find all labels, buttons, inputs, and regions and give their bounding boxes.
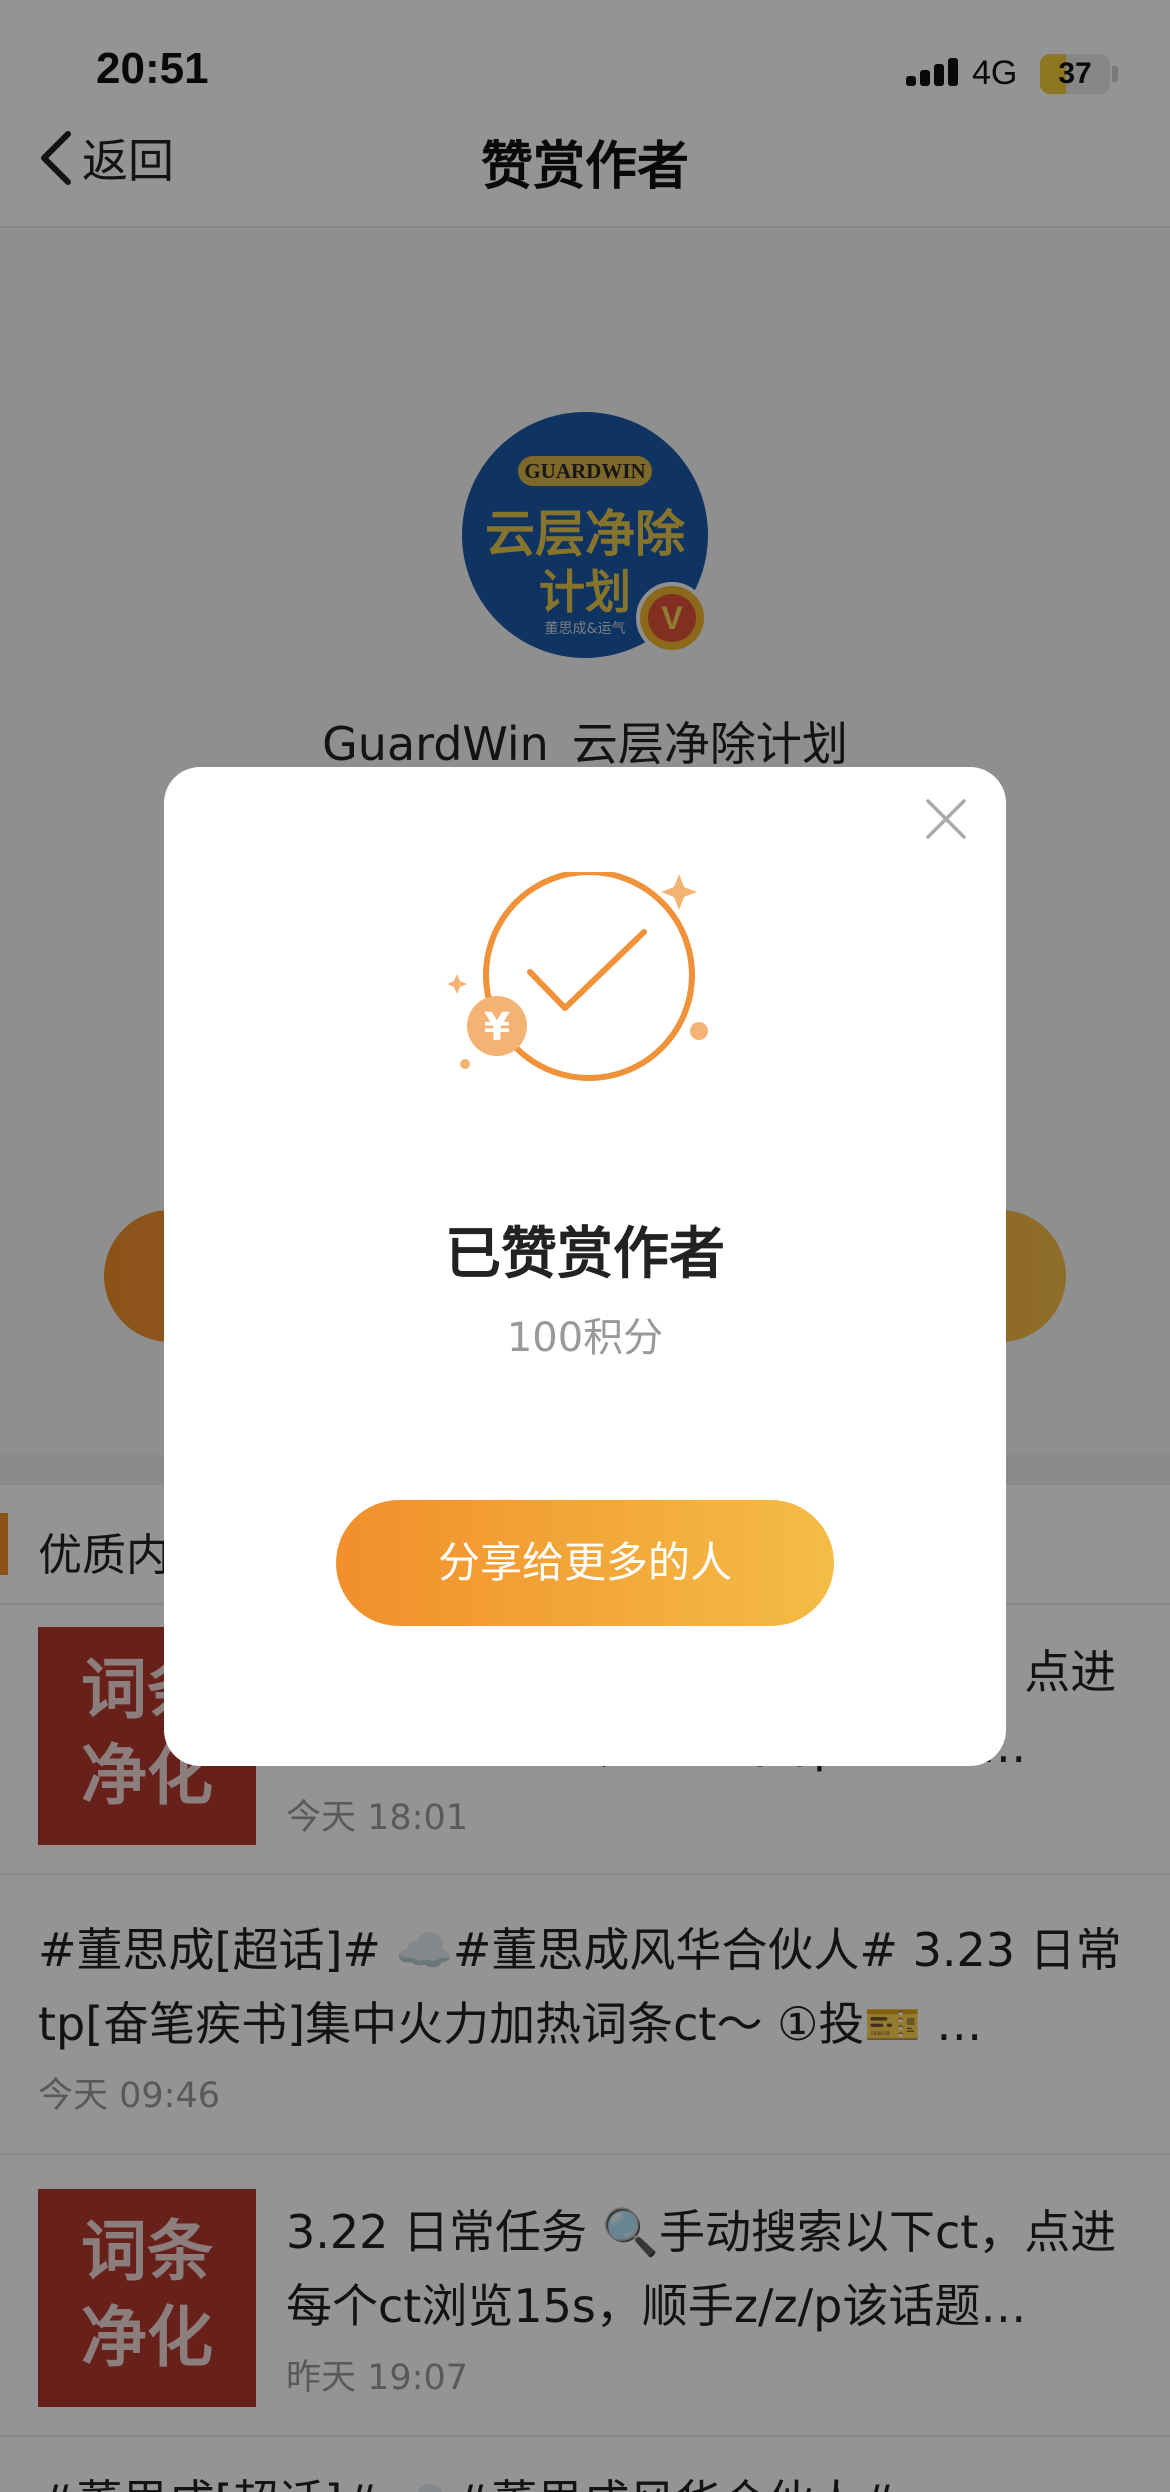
success-check-icon: ¥: [447, 872, 708, 1081]
svg-text:¥: ¥: [484, 1005, 510, 1049]
close-icon[interactable]: [920, 793, 972, 845]
reward-success-dialog: ¥ 已赞赏作者 100积分 分享给更多的人: [164, 767, 1006, 1766]
dialog-title: 已赞赏作者: [445, 1222, 725, 1287]
dialog-subtitle: 100积分: [506, 1315, 664, 1361]
share-button[interactable]: 分享给更多的人: [336, 1500, 834, 1626]
